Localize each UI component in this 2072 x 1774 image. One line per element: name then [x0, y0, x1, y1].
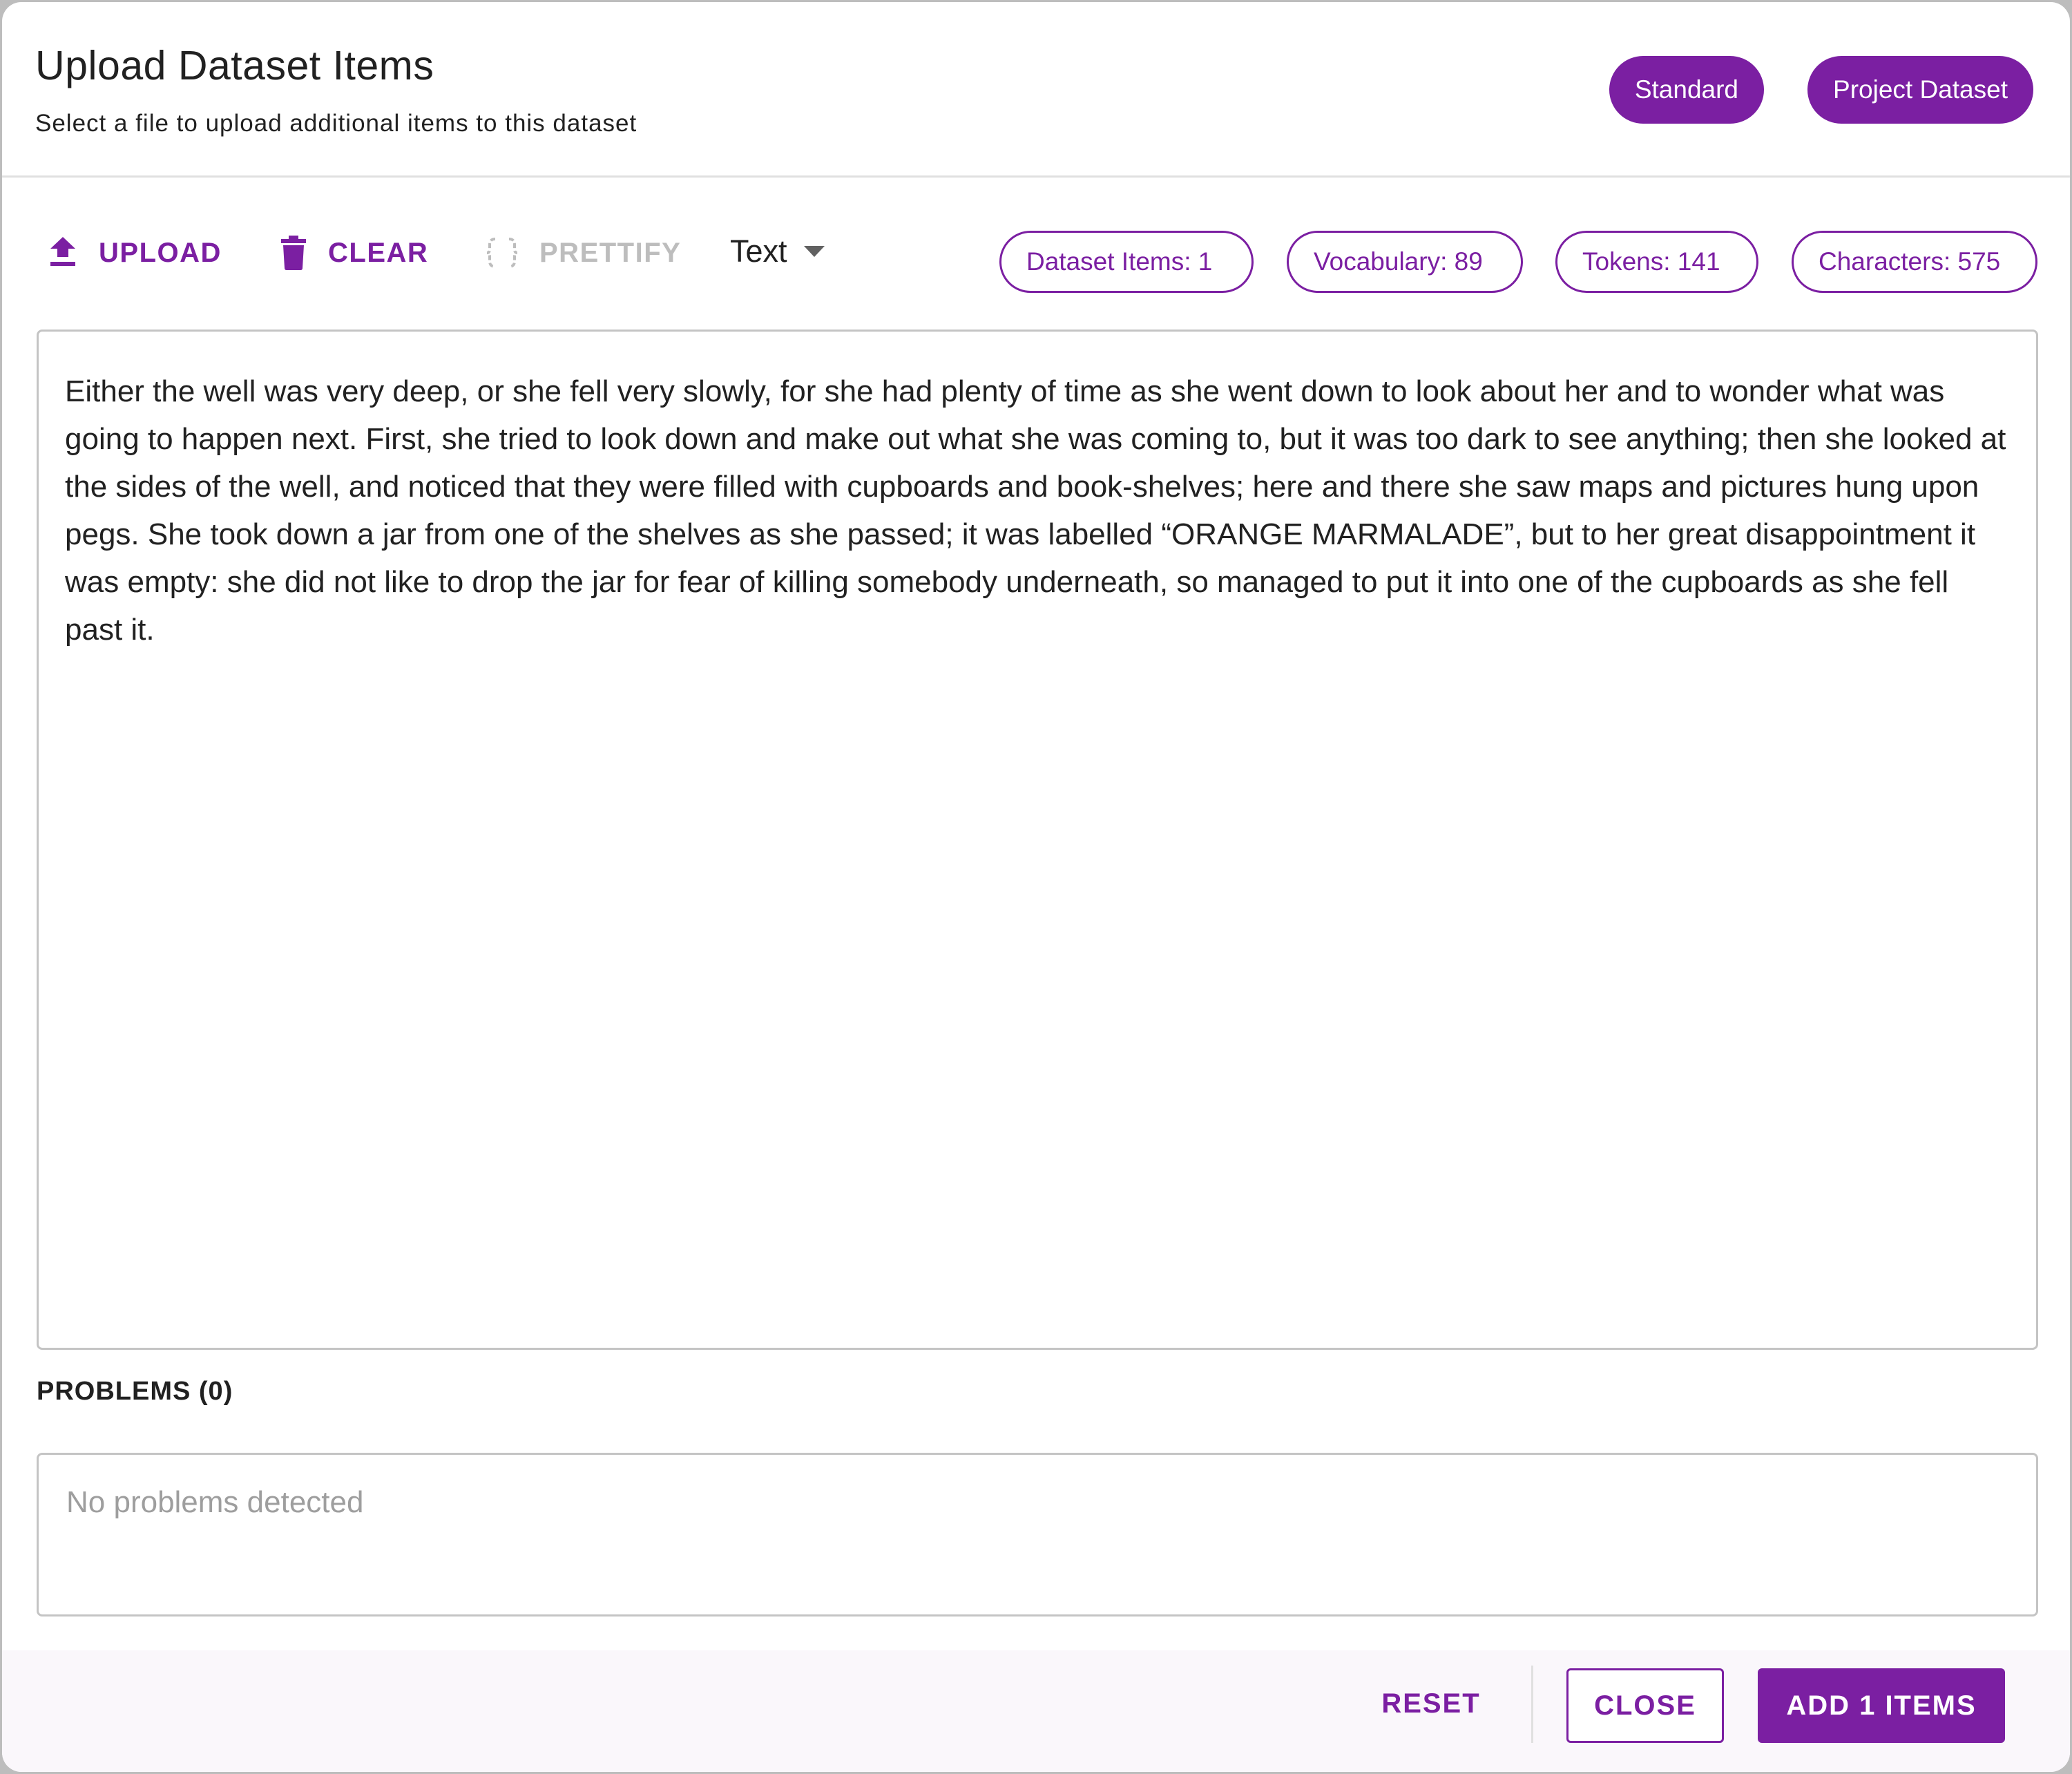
upload-label: UPLOAD	[99, 237, 222, 268]
dialog-subtitle: Select a file to upload additional items…	[35, 110, 637, 137]
standard-chip[interactable]: Standard	[1609, 56, 1764, 124]
add-items-button[interactable]: ADD 1 ITEMS	[1758, 1668, 2005, 1743]
reset-button[interactable]: RESET	[1356, 1668, 1506, 1743]
prettify-label: PRETTIFY	[539, 237, 682, 268]
problems-panel: No problems detected	[37, 1453, 2038, 1616]
trash-icon	[281, 236, 306, 270]
upload-button[interactable]: UPLOAD	[48, 230, 222, 276]
upload-dataset-dialog: Upload Dataset Items Select a file to up…	[2, 2, 2070, 1772]
project-dataset-chip[interactable]: Project Dataset	[1807, 56, 2033, 124]
format-select[interactable]: Text	[730, 227, 825, 276]
dialog-header: Upload Dataset Items Select a file to up…	[2, 2, 2070, 178]
problems-heading: PROBLEMS (0)	[37, 1377, 233, 1406]
tokens-count-chip: Tokens: 141	[1555, 231, 1758, 293]
clear-button[interactable]: CLEAR	[280, 230, 428, 276]
upload-icon	[50, 237, 75, 266]
close-button[interactable]: CLOSE	[1566, 1668, 1724, 1743]
footer-divider	[1531, 1666, 1533, 1743]
caret-down-icon	[803, 246, 825, 257]
dataset-text-editor[interactable]: Either the well was very deep, or she fe…	[37, 330, 2038, 1350]
clear-label: CLEAR	[328, 237, 429, 268]
format-select-value: Text	[730, 233, 787, 269]
problems-empty-text: No problems detected	[66, 1485, 364, 1519]
characters-count-chip: Characters: 575	[1792, 231, 2037, 293]
dialog-title: Upload Dataset Items	[35, 43, 434, 88]
prettify-button[interactable]: PRETTIFY	[486, 230, 681, 276]
vocabulary-count-chip: Vocabulary: 89	[1287, 231, 1523, 293]
braces-icon	[486, 238, 518, 268]
dataset-items-count-chip: Dataset Items: 1	[999, 231, 1254, 293]
